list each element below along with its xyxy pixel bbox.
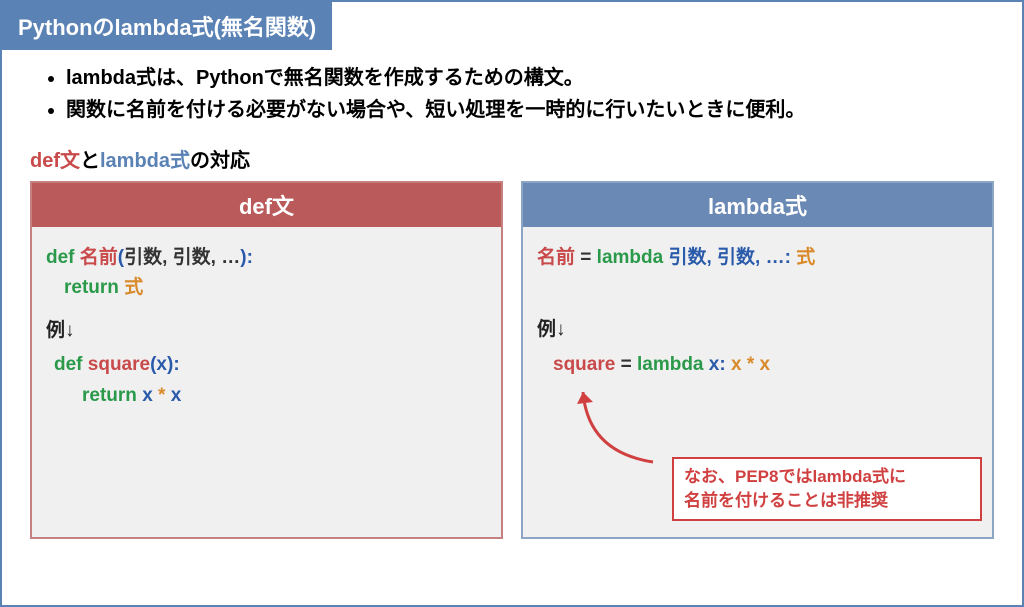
kw-colon: : xyxy=(785,247,797,268)
subtitle-lambda: lambda式 xyxy=(100,150,190,172)
subtitle: def文とlambda式の対応 xyxy=(30,144,994,173)
kw-lambda: lambda xyxy=(637,354,709,375)
note-line2: 名前を付けることは非推奨 xyxy=(684,491,888,510)
kw-lambda: lambda xyxy=(597,247,669,268)
kw-x: x xyxy=(156,354,167,375)
kw-args: 引数, 引数, … xyxy=(124,247,240,268)
def-box-body: def 名前(引数, 引数, …): return 式 例↓ def squar… xyxy=(32,227,501,537)
lambda-example-line: square = lambda x: x * x xyxy=(537,350,978,380)
pep8-note: なお、PEP8ではlambda式に 名前を付けることは非推奨 xyxy=(672,457,982,521)
bullet-list: lambda式は、Pythonで無名関数を作成するための構文。 関数に名前を付け… xyxy=(30,62,994,126)
kw-x: x xyxy=(760,354,771,375)
kw-x: x xyxy=(731,354,747,375)
lambda-box: lambda式 名前 = lambda 引数, 引数, …: 式 例↓ squa… xyxy=(521,181,994,539)
kw-eq: = xyxy=(575,247,597,268)
content-area: lambda式は、Pythonで無名関数を作成するための構文。 関数に名前を付け… xyxy=(2,50,1022,539)
kw-def: def xyxy=(54,354,88,375)
kw-name: 名前 xyxy=(80,247,118,268)
kw-return: return xyxy=(82,385,142,406)
bullet-item: lambda式は、Pythonで無名関数を作成するための構文。 xyxy=(66,62,994,94)
arrow-icon xyxy=(563,382,683,482)
def-syntax-line2: return 式 xyxy=(46,273,487,303)
kw-star: * xyxy=(747,354,760,375)
comparison-boxes: def文 def 名前(引数, 引数, …): return 式 例↓ def … xyxy=(30,181,994,539)
lambda-box-title: lambda式 xyxy=(523,183,992,227)
kw-eq: = xyxy=(615,354,637,375)
page-title: Pythonのlambda式(無名関数) xyxy=(2,2,332,50)
lambda-syntax-line: 名前 = lambda 引数, 引数, …: 式 xyxy=(537,243,978,273)
kw-x: x xyxy=(142,385,158,406)
bullet-item: 関数に名前を付ける必要がない場合や、短い処理を一時的に行いたいときに便利。 xyxy=(66,94,994,126)
kw-return: return xyxy=(64,277,124,298)
note-line1: なお、PEP8ではlambda式に xyxy=(684,467,906,486)
kw-args: 引数, 引数, … xyxy=(668,247,784,268)
def-box: def文 def 名前(引数, 引数, …): return 式 例↓ def … xyxy=(30,181,503,539)
kw-name: square xyxy=(553,354,615,375)
kw-x: x xyxy=(709,354,720,375)
lambda-example-label: 例↓ xyxy=(537,315,978,345)
kw-expr: 式 xyxy=(124,277,143,298)
subtitle-def: def文 xyxy=(30,150,80,172)
kw-colon: : xyxy=(719,354,731,375)
def-example-line2: return x * x xyxy=(46,381,487,411)
kw-x: x xyxy=(171,385,182,406)
kw-name: square xyxy=(88,354,150,375)
kw-def: def xyxy=(46,247,80,268)
def-example-label: 例↓ xyxy=(46,316,487,346)
kw-name: 名前 xyxy=(537,247,575,268)
def-example-line1: def square(x): xyxy=(46,350,487,380)
def-box-title: def文 xyxy=(32,183,501,227)
kw-colon: : xyxy=(247,247,253,268)
kw-colon: : xyxy=(173,354,179,375)
lambda-box-body: 名前 = lambda 引数, 引数, …: 式 例↓ square = lam… xyxy=(523,227,992,537)
subtitle-to: と xyxy=(80,150,100,172)
def-syntax-line1: def 名前(引数, 引数, …): xyxy=(46,243,487,273)
kw-expr: 式 xyxy=(796,247,815,268)
subtitle-tail: の対応 xyxy=(190,150,250,172)
kw-star: * xyxy=(158,385,171,406)
